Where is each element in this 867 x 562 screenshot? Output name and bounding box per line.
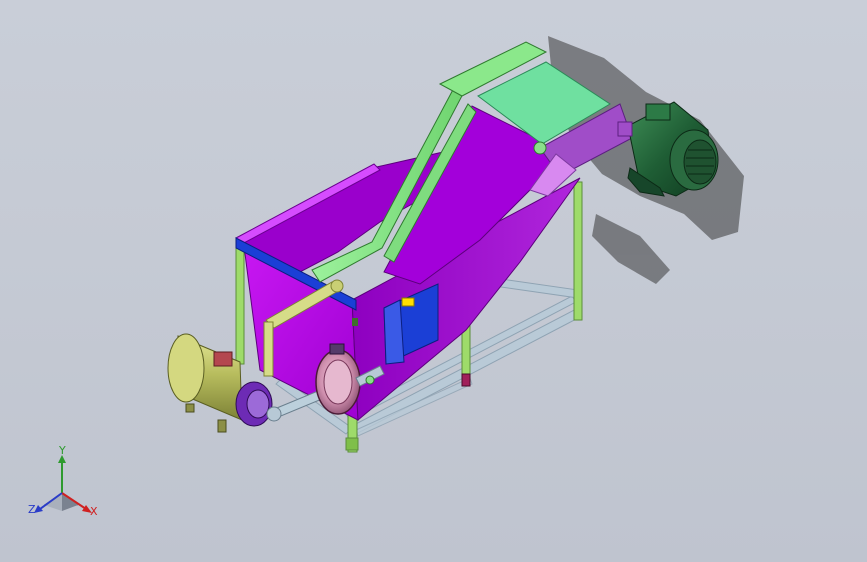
machine-model[interactable]	[0, 0, 867, 562]
x-axis-label: X	[90, 505, 98, 518]
cad-viewport[interactable]: Y Z X	[0, 0, 867, 562]
z-axis-label: Z	[28, 503, 36, 516]
axis-triad-icon: Y Z X	[22, 445, 112, 525]
y-axis-label: Y	[59, 444, 66, 457]
centrifugal-pump[interactable]	[167, 333, 273, 433]
